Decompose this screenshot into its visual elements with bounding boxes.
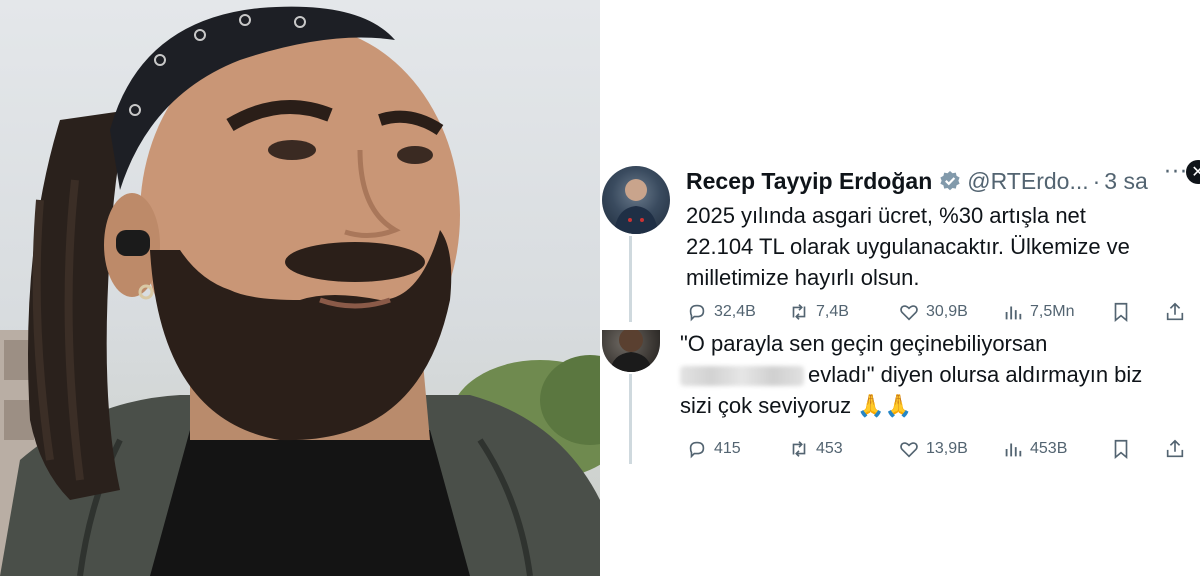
views-count: 7,5Mn (1030, 303, 1075, 320)
share-icon (1166, 439, 1184, 458)
thread-connector-line (629, 236, 632, 322)
retweet-count: 453 (816, 440, 843, 457)
reply-text-line: "O parayla sen geçin geçinebiliyorsan (680, 331, 1048, 356)
retweet-button[interactable]: 7,4B (788, 297, 849, 327)
tweet-text-line: 22.104 TL olarak uygulanacaktır. Ülkemiz… (686, 234, 1130, 259)
tweet-thread: Recep Tayyip Erdoğan @RTErdo... · 3 sa ·… (600, 0, 1200, 576)
heart-icon (900, 442, 918, 458)
tweet-text-line: 2025 yılında asgari ücret, %30 artışla n… (686, 203, 1086, 228)
like-count: 30,9B (926, 303, 968, 320)
views-chart-icon (1005, 443, 1022, 457)
views-button[interactable]: 7,5Mn (1002, 297, 1074, 327)
reply-icon (689, 304, 705, 322)
views-count: 453B (1030, 440, 1068, 457)
reply-button[interactable]: 415 (686, 434, 741, 464)
bookmark-button[interactable] (1110, 434, 1138, 464)
tweet-body: 2025 yılında asgari ücret, %30 artışla n… (686, 200, 1186, 293)
more-options-icon[interactable]: ··· (1164, 160, 1188, 185)
share-icon (1166, 302, 1184, 321)
tweet-text-line: milletimize hayırlı olsun. (686, 265, 920, 290)
bookmark-icon (1114, 439, 1128, 460)
retweet-icon (792, 441, 806, 457)
bookmark-button[interactable] (1110, 297, 1138, 327)
reply-button[interactable]: 32,4B (686, 297, 756, 327)
man-portrait-illustration (0, 6, 600, 576)
reply-icon (689, 441, 705, 459)
heart-icon (900, 305, 918, 321)
reply-avatar-image (610, 330, 652, 372)
author-name[interactable]: Recep Tayyip Erdoğan (686, 168, 932, 195)
retweet-count: 7,4B (816, 303, 849, 320)
author-handle[interactable]: @RTErdo... (967, 168, 1088, 195)
like-count: 13,9B (926, 440, 968, 457)
views-chart-icon (1005, 306, 1022, 320)
reply-text-line: sizi çok seviyoruz 🙏🙏 (680, 393, 913, 418)
separator-dot: · (1092, 167, 1101, 194)
retweet-button[interactable]: 453 (788, 434, 843, 464)
verified-badge-icon (940, 171, 960, 191)
thread-connector-line (629, 374, 632, 464)
reply-author-avatar[interactable] (602, 330, 660, 372)
avatar-image (614, 179, 658, 234)
tweet-action-bar: 32,4B 7,4B 30,9B 7,5Mn (686, 297, 1200, 327)
reply-text-fragment: evladı" diyen olursa aldırmayın biz (808, 362, 1143, 387)
retweet-icon (792, 304, 806, 320)
profile-photo (0, 0, 600, 576)
author-avatar[interactable] (602, 166, 670, 234)
like-button[interactable]: 30,9B (898, 297, 968, 327)
reply-count: 32,4B (714, 303, 756, 320)
reply-count: 415 (714, 440, 741, 457)
tweet-header: Recep Tayyip Erdoğan @RTErdo... · 3 sa (686, 166, 1148, 196)
censored-word (680, 366, 804, 387)
reply-text-line-2: evladı" diyen olursa aldırmayın biz (680, 359, 1200, 390)
bookmark-icon (1114, 302, 1128, 323)
views-button[interactable]: 453B (1002, 434, 1067, 464)
tweet-timestamp[interactable]: 3 sa (1104, 168, 1147, 195)
reply-action-bar: 415 453 13,9B 453B (686, 434, 1200, 464)
share-button[interactable] (1164, 434, 1192, 464)
share-button[interactable] (1164, 297, 1192, 327)
close-icon[interactable]: ✕ (1186, 160, 1200, 184)
reply-body: "O parayla sen geçin geçinebiliyorsan ev… (680, 328, 1200, 421)
like-button[interactable]: 13,9B (898, 434, 968, 464)
